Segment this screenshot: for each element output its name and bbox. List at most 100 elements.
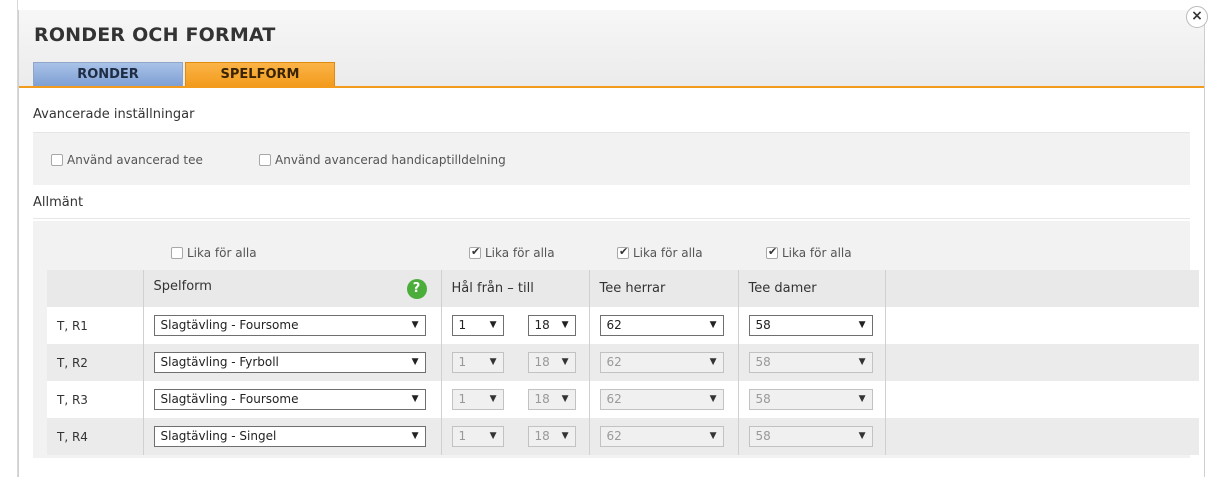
divider — [33, 218, 1190, 219]
same-for-all-tee-women[interactable]: Lika för alla — [766, 245, 852, 260]
select-value: 62 — [606, 355, 622, 369]
tee-women-cell: 58 ▼ — [737, 307, 885, 344]
tee-women-select[interactable]: 58 ▼ — [748, 315, 873, 336]
same-for-all-checkbox[interactable] — [766, 245, 778, 259]
tab-ronder[interactable]: RONDER — [33, 62, 183, 86]
tab-bar: RONDER SPELFORM — [33, 62, 337, 86]
spelform-cell: Slagtävling - Foursome ▼ — [142, 307, 441, 344]
select-value: Slagtävling - Singel — [160, 429, 277, 443]
advanced-tee-checkbox[interactable] — [51, 153, 63, 166]
holes-cell: 1 ▼ 18 ▼ — [440, 418, 589, 455]
select-value: 58 — [755, 392, 771, 406]
hole-from-select: 1 ▼ — [451, 389, 504, 410]
dropdown-arrow-icon: ▼ — [489, 320, 497, 330]
select-value: 62 — [606, 318, 622, 332]
select-value: Slagtävling - Foursome — [160, 318, 299, 332]
empty-cell — [884, 344, 1199, 381]
tee-women-cell: 58 ▼ — [737, 418, 885, 455]
select-value: 18 — [534, 318, 550, 332]
dropdown-arrow-icon: ▼ — [411, 320, 419, 330]
column-header-tee-women: Tee damer — [737, 270, 885, 307]
column-header-label: Spelform — [153, 278, 212, 294]
page-background — [0, 0, 18, 477]
select-value: 62 — [606, 392, 622, 406]
hole-from-select[interactable]: 1 ▼ — [451, 315, 504, 336]
same-for-all-checkbox[interactable] — [617, 245, 629, 259]
dropdown-arrow-icon: ▼ — [858, 320, 866, 330]
dropdown-arrow-icon: ▼ — [858, 431, 866, 441]
hole-to-select[interactable]: 18 ▼ — [527, 315, 576, 336]
advanced-handicap-option[interactable]: Använd avancerad handicaptilldelning — [259, 152, 506, 167]
same-for-all-spelform[interactable]: Lika för alla — [171, 245, 257, 260]
hole-to-select: 18 ▼ — [527, 426, 576, 447]
same-for-all-tee-men[interactable]: Lika för alla — [617, 245, 703, 260]
spelform-select[interactable]: Slagtävling - Singel ▼ — [153, 426, 426, 447]
same-for-all-label: Lika för alla — [633, 245, 703, 260]
dropdown-arrow-icon: ▼ — [411, 431, 419, 441]
select-value: 58 — [755, 318, 771, 332]
rounds-table: Spelform? Hål från – till Tee herrar Tee… — [47, 270, 1199, 455]
help-icon[interactable]: ? — [406, 278, 427, 299]
advanced-settings-heading: Avancerade inställningar — [33, 107, 195, 122]
spelform-cell: Slagtävling - Foursome ▼ — [142, 381, 441, 418]
dropdown-arrow-icon: ▼ — [709, 394, 717, 404]
empty-cell — [884, 381, 1199, 418]
tee-women-select: 58 ▼ — [748, 352, 873, 373]
spelform-select[interactable]: Slagtävling - Foursome ▼ — [153, 389, 426, 410]
ronder-format-dialog: RONDER OCH FORMAT × RONDER SPELFORM Avan… — [18, 6, 1208, 477]
dropdown-arrow-icon: ▼ — [411, 394, 419, 404]
select-value: 1 — [458, 392, 467, 406]
round-label: T, R3 — [47, 381, 143, 418]
hole-to-select: 18 ▼ — [527, 352, 576, 373]
hole-from-select: 1 ▼ — [451, 426, 504, 447]
dropdown-arrow-icon: ▼ — [561, 320, 569, 330]
spelform-select[interactable]: Slagtävling - Fyrboll ▼ — [153, 352, 426, 373]
select-value: Slagtävling - Foursome — [160, 392, 299, 406]
advanced-handicap-checkbox[interactable] — [259, 153, 271, 166]
same-for-all-checkbox[interactable] — [171, 246, 183, 259]
tee-men-select[interactable]: 62 ▼ — [599, 315, 724, 336]
select-value: 1 — [458, 429, 467, 443]
table-row: T, R1 Slagtävling - Foursome ▼ 1 ▼ 18 ▼ 62 ▼ … — [47, 307, 1199, 344]
column-header-round — [47, 270, 143, 307]
dropdown-arrow-icon: ▼ — [709, 357, 717, 367]
general-heading: Allmänt — [33, 195, 84, 210]
tee-men-select: 62 ▼ — [599, 389, 724, 410]
dropdown-arrow-icon: ▼ — [561, 431, 569, 441]
close-icon[interactable]: × — [1186, 6, 1208, 28]
tee-women-select: 58 ▼ — [748, 389, 873, 410]
dialog-header: RONDER OCH FORMAT × RONDER SPELFORM — [19, 6, 1208, 88]
table-header-row: Spelform? Hål från – till Tee herrar Tee… — [47, 270, 1199, 307]
dropdown-arrow-icon: ▼ — [489, 394, 497, 404]
tee-men-cell: 62 ▼ — [588, 418, 738, 455]
dropdown-arrow-icon: ▼ — [709, 431, 717, 441]
column-header-empty — [884, 270, 1199, 307]
empty-cell — [884, 418, 1199, 455]
tee-men-cell: 62 ▼ — [588, 344, 738, 381]
tab-spelform[interactable]: SPELFORM — [185, 62, 335, 86]
spelform-cell: Slagtävling - Fyrboll ▼ — [142, 344, 441, 381]
table-row: T, R3 Slagtävling - Foursome ▼ 1 ▼ 18 ▼ 62 ▼ … — [47, 381, 1199, 418]
empty-cell — [884, 307, 1199, 344]
spelform-select[interactable]: Slagtävling - Foursome ▼ — [153, 315, 426, 336]
dropdown-arrow-icon: ▼ — [858, 394, 866, 404]
tee-men-select: 62 ▼ — [599, 352, 724, 373]
dropdown-arrow-icon: ▼ — [561, 394, 569, 404]
round-label: T, R4 — [47, 418, 143, 455]
tee-women-cell: 58 ▼ — [737, 344, 885, 381]
same-for-all-checkbox[interactable] — [469, 245, 481, 259]
advanced-tee-label: Använd avancerad tee — [67, 152, 203, 167]
advanced-tee-option[interactable]: Använd avancerad tee — [51, 152, 203, 167]
dialog-title: RONDER OCH FORMAT — [34, 24, 276, 46]
select-value: 58 — [755, 355, 771, 369]
hole-from-select: 1 ▼ — [451, 352, 504, 373]
select-value: 1 — [458, 318, 467, 332]
same-for-all-label: Lika för alla — [187, 245, 257, 260]
dropdown-arrow-icon: ▼ — [561, 357, 569, 367]
round-label: T, R1 — [47, 307, 143, 344]
round-label: T, R2 — [47, 344, 143, 381]
select-value: 1 — [458, 355, 467, 369]
column-header-tee-men: Tee herrar — [588, 270, 738, 307]
tee-men-select: 62 ▼ — [599, 426, 724, 447]
same-for-all-holes[interactable]: Lika för alla — [469, 245, 555, 260]
